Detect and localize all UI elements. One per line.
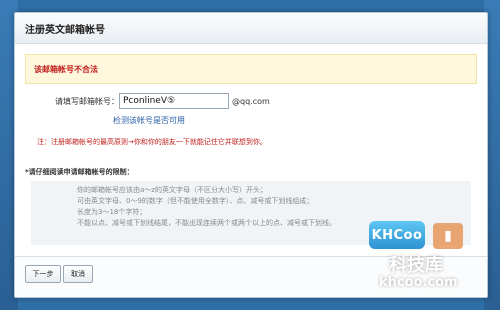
rule-item: 长度为3～18个字符；	[77, 208, 147, 216]
note-text: 注：注册邮箱帐号的最高原则→你和你的朋友一下就能记住它并联想到你。	[37, 138, 267, 146]
rule-item: 可由英文字母、0～9的数字（但不能使用全数字）、点、减号或下划线组成；	[77, 197, 314, 205]
next-button[interactable]: 下一步	[25, 265, 61, 283]
rules-title: *请仔细阅读申请邮箱帐号的限制：	[25, 168, 134, 176]
cancel-button[interactable]: 取消	[63, 265, 93, 283]
register-dialog: 注册英文邮箱帐号 该邮箱帐号不合法 请填写邮箱帐号： PconlineV⑤ @q…	[14, 12, 488, 298]
rule-item: 你的邮箱帐号应该由a～z的英文字母（不区分大小写）开头；	[77, 186, 267, 194]
rules-list: 你的邮箱帐号应该由a～z的英文字母（不区分大小写）开头； 可由英文字母、0～9的…	[31, 181, 336, 229]
dialog-titlebar: 注册英文邮箱帐号	[15, 13, 487, 44]
email-label: 请填写邮箱帐号：	[55, 96, 119, 106]
error-banner: 该邮箱帐号不合法	[25, 54, 477, 84]
watermark: KHCoo ▮ 科技库 khcoo.com	[363, 217, 483, 295]
email-row: 请填写邮箱帐号： PconlineV⑤ @qq.com	[55, 93, 270, 109]
book-icon: ▮	[433, 223, 463, 249]
email-input[interactable]: PconlineV⑤	[119, 93, 229, 109]
dialog-title: 注册英文邮箱帐号	[25, 24, 105, 36]
note-row: 注：注册邮箱帐号的最高原则→你和你的朋友一下就能记住它并联想到你。	[37, 137, 267, 147]
watermark-cn-text: 科技库	[389, 255, 443, 276]
watermark-logo: KHCoo	[369, 221, 425, 249]
email-domain: @qq.com	[232, 96, 270, 106]
watermark-url: khcoo.com	[379, 275, 458, 290]
check-availability-link[interactable]: 检测该帐号是否可用	[113, 115, 185, 126]
check-row: 检测该帐号是否可用	[113, 115, 185, 126]
rule-item: 不能以点、减号或下划线结尾，不能出现连续两个或两个以上的点、减号或下划线。	[77, 219, 336, 227]
error-message: 该邮箱帐号不合法	[34, 64, 98, 74]
email-input-value: PconlineV⑤	[123, 96, 176, 106]
